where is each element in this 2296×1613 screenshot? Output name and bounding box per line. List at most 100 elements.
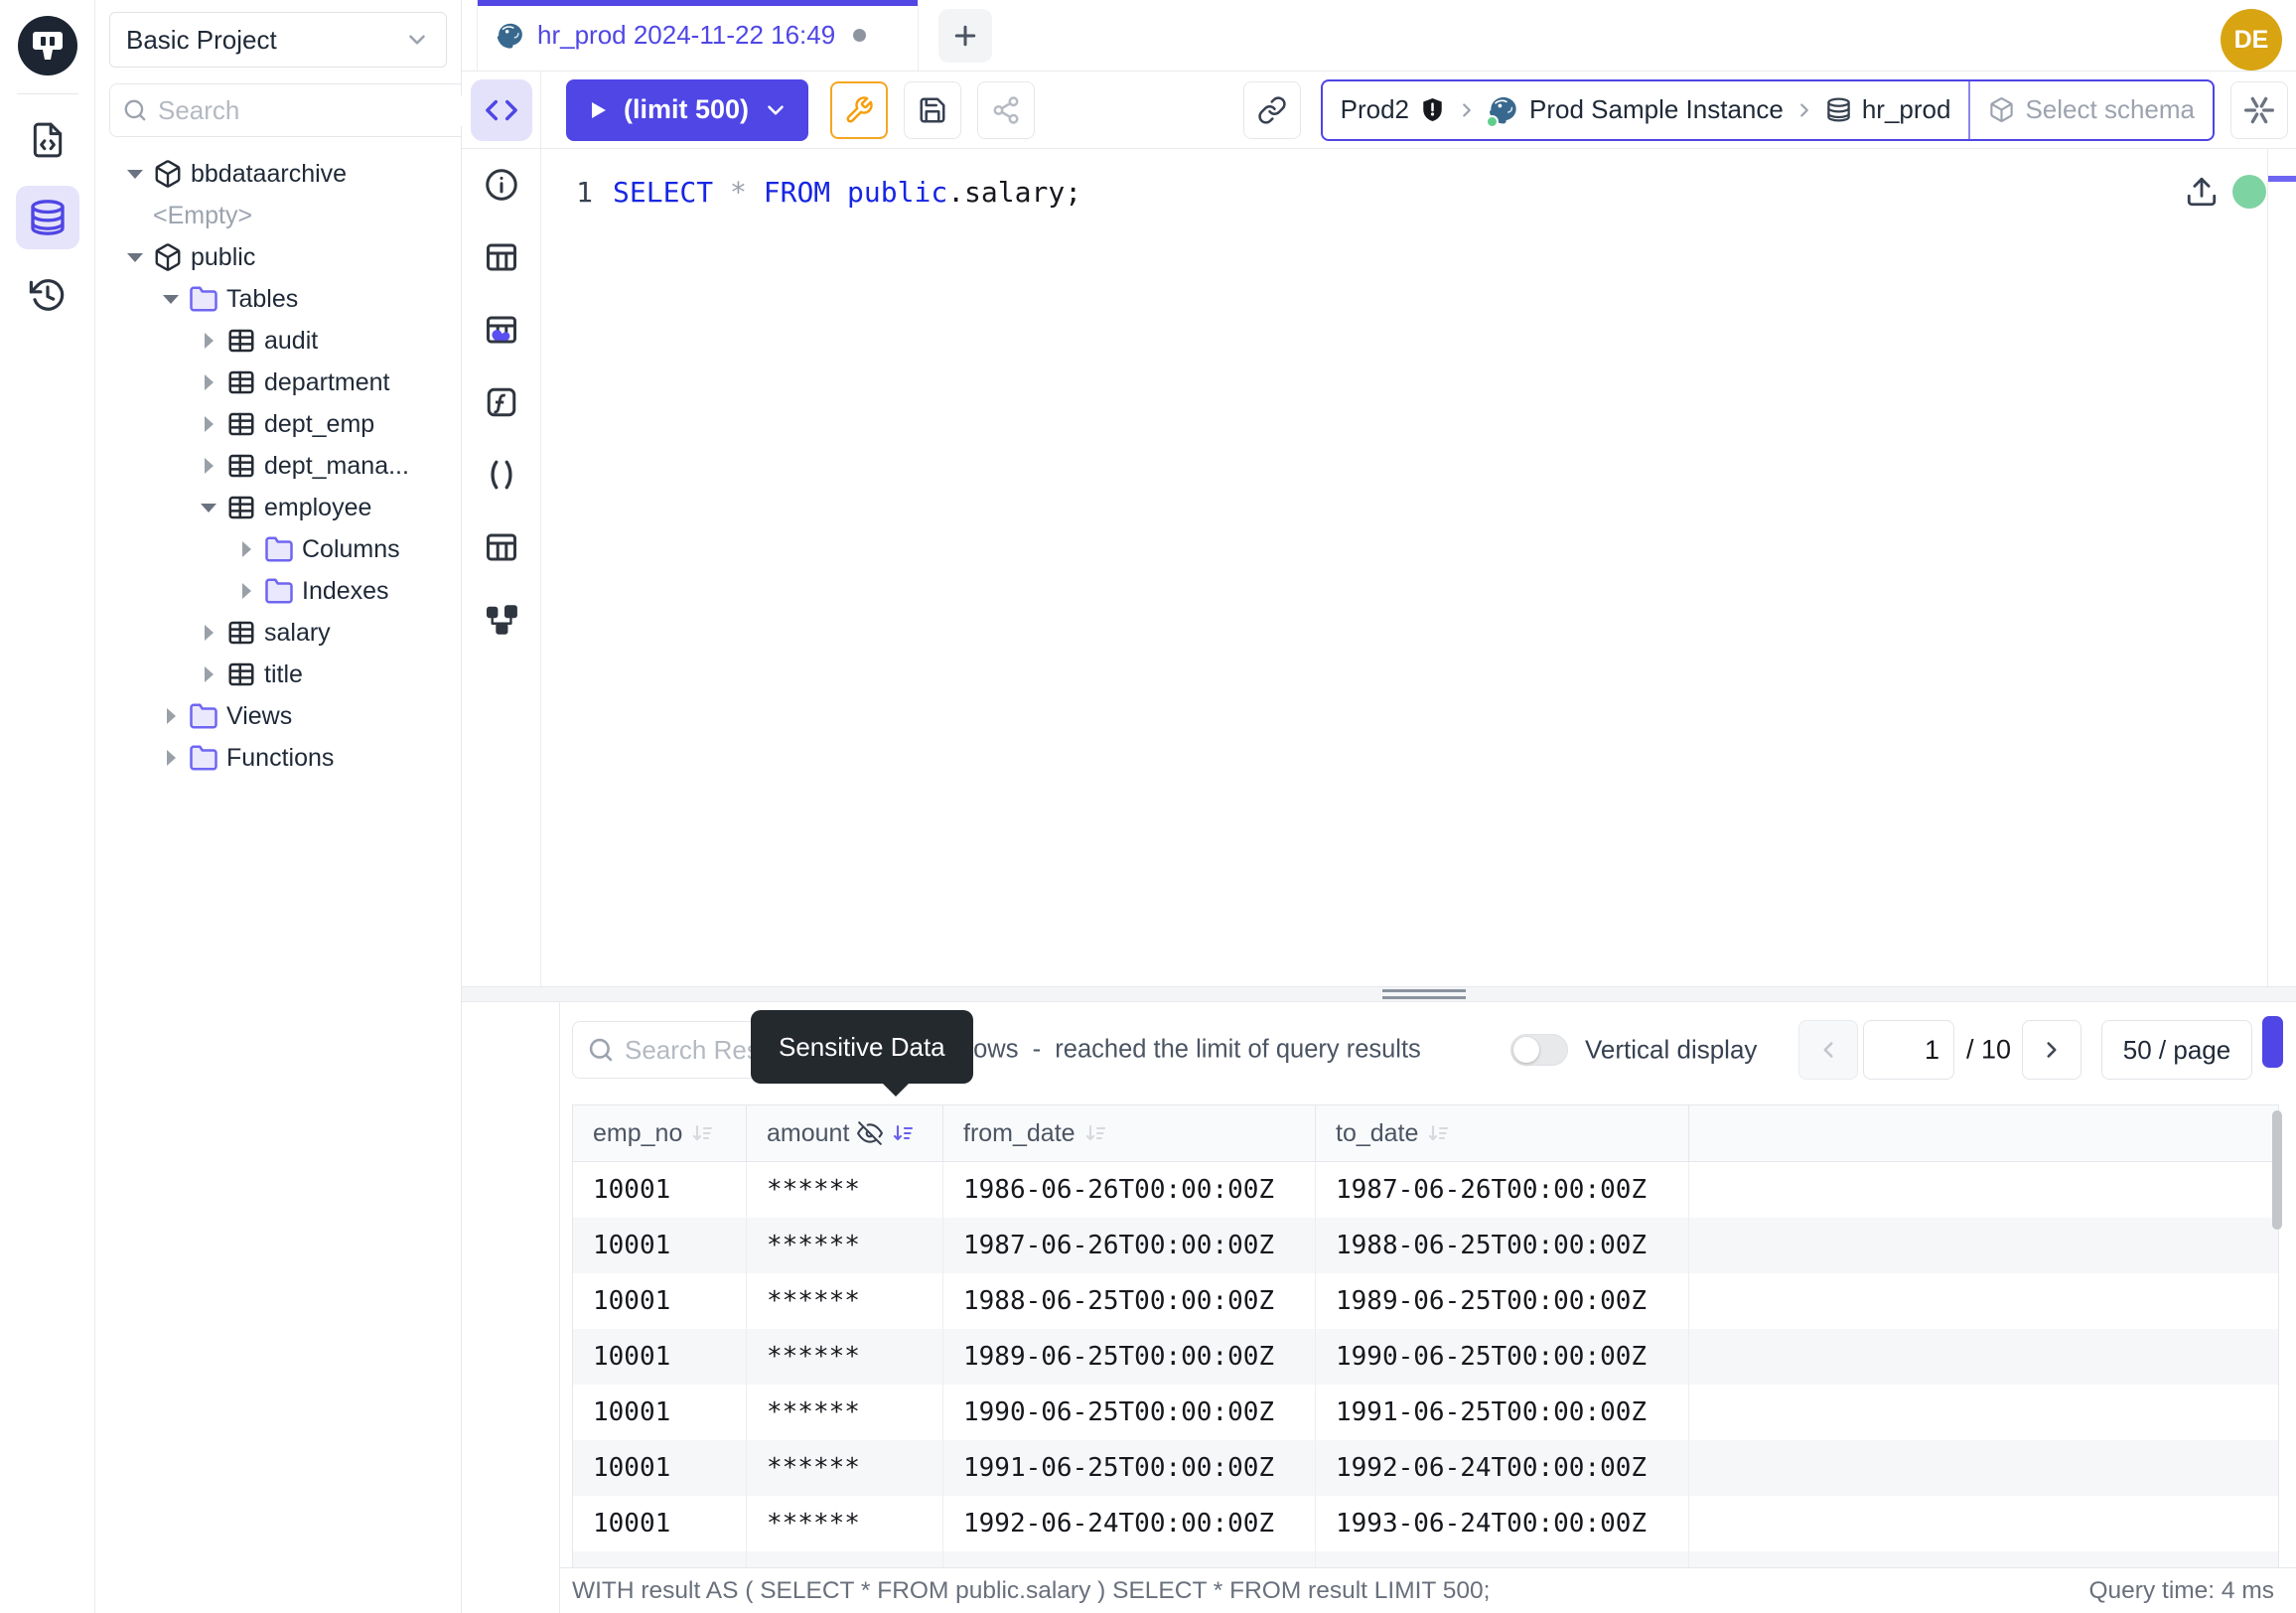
table-row[interactable]: 10001 ****** 1987-06-26T00:00:00Z 1988-0… — [573, 1218, 2278, 1273]
admin-wrench-button[interactable] — [830, 81, 888, 139]
cell-from-date[interactable]: 1993-06-24T00:00:00Z — [943, 1551, 1316, 1567]
tree-node-views-folder[interactable]: Views — [95, 695, 461, 737]
caret-down-icon[interactable] — [123, 170, 147, 179]
tree-node-table-department[interactable]: department — [95, 362, 461, 403]
cell-amount-masked[interactable]: ****** — [747, 1440, 943, 1496]
cell-amount-masked[interactable]: ****** — [747, 1496, 943, 1551]
cell-amount-masked[interactable]: ****** — [747, 1551, 943, 1567]
caret-right-icon[interactable] — [197, 666, 220, 682]
cell-from-date[interactable]: 1992-06-24T00:00:00Z — [943, 1496, 1316, 1551]
sql-editor-worksheet-icon[interactable] — [16, 108, 79, 172]
caret-down-icon[interactable] — [159, 295, 183, 304]
cell-to-date[interactable]: 1990-06-25T00:00:00Z — [1316, 1329, 1689, 1385]
cell-from-date[interactable]: 1991-06-25T00:00:00Z — [943, 1440, 1316, 1496]
page-number-input[interactable]: 1 — [1863, 1020, 1954, 1080]
tree-node-schema-bbdataarchive[interactable]: bbdataarchive — [95, 153, 461, 195]
caret-right-icon[interactable] — [159, 750, 183, 766]
cell-emp-no[interactable]: 10001 — [573, 1218, 747, 1273]
sort-icon[interactable] — [1426, 1121, 1450, 1145]
cell-amount-masked[interactable]: ****** — [747, 1273, 943, 1329]
table-row[interactable]: 10001 ****** 1989-06-25T00:00:00Z 1990-0… — [573, 1329, 2278, 1385]
database-panel-icon[interactable] — [16, 186, 79, 249]
cell-to-date[interactable]: 1994-06-24T00:00:00Z — [1316, 1551, 1689, 1567]
project-selector[interactable]: Basic Project — [109, 12, 447, 68]
connection-link-button[interactable] — [1243, 81, 1301, 139]
table-row[interactable]: 10001 ****** 1988-06-25T00:00:00Z 1989-0… — [573, 1273, 2278, 1329]
resize-handle-icon[interactable] — [1382, 989, 1466, 999]
tree-node-tables-folder[interactable]: Tables — [95, 278, 461, 320]
vertical-display-toggle[interactable] — [1510, 1034, 1568, 1066]
table-row[interactable]: 10001 ****** 1993-06-24T00:00:00Z 1994-0… — [573, 1551, 2278, 1567]
code-editor-tab-icon[interactable] — [471, 79, 532, 141]
functions-panel-icon[interactable] — [482, 382, 521, 422]
caret-down-icon[interactable] — [197, 504, 220, 513]
masked-data-icon[interactable] — [482, 310, 521, 350]
caret-right-icon[interactable] — [197, 416, 220, 432]
cell-emp-no[interactable]: 10001 — [573, 1162, 747, 1218]
caret-right-icon[interactable] — [234, 541, 258, 557]
cell-from-date[interactable]: 1987-06-26T00:00:00Z — [943, 1218, 1316, 1273]
table-row[interactable]: 10001 ****** 1990-06-25T00:00:00Z 1991-0… — [573, 1385, 2278, 1440]
eye-off-icon[interactable] — [857, 1120, 883, 1146]
tree-node-table-salary[interactable]: salary — [95, 612, 461, 654]
cell-emp-no[interactable]: 10001 — [573, 1440, 747, 1496]
tables-panel-icon[interactable] — [482, 237, 521, 277]
cell-amount-masked[interactable]: ****** — [747, 1385, 943, 1440]
schema-diagram-icon[interactable] — [482, 600, 521, 640]
share-button[interactable] — [977, 81, 1035, 139]
connection-selector[interactable]: Prod2 Prod Sample Instance h — [1323, 81, 1969, 139]
cell-to-date[interactable]: 1989-06-25T00:00:00Z — [1316, 1273, 1689, 1329]
cell-emp-no[interactable]: 10001 — [573, 1551, 747, 1567]
editor-minimap[interactable] — [2267, 149, 2296, 986]
column-header-amount[interactable]: amount — [747, 1105, 943, 1161]
table-row[interactable]: 10001 ****** 1991-06-25T00:00:00Z 1992-0… — [573, 1440, 2278, 1496]
tree-node-table-dept-manager[interactable]: dept_mana... — [95, 445, 461, 487]
sidebar-search-input[interactable] — [158, 95, 491, 126]
tree-node-columns-folder[interactable]: Columns — [95, 528, 461, 570]
tree-node-indexes-folder[interactable]: Indexes — [95, 570, 461, 612]
external-tables-panel-icon[interactable] — [482, 527, 521, 567]
sort-icon[interactable] — [690, 1121, 714, 1145]
run-query-button[interactable]: (limit 500) — [566, 79, 808, 141]
sort-icon[interactable] — [1083, 1121, 1107, 1145]
cell-emp-no[interactable]: 10001 — [573, 1329, 747, 1385]
cell-emp-no[interactable]: 10001 — [573, 1273, 747, 1329]
tree-node-schema-public[interactable]: public — [95, 236, 461, 278]
caret-right-icon[interactable] — [197, 458, 220, 474]
upload-sql-icon[interactable] — [2185, 175, 2219, 209]
table-scrollbar[interactable] — [2272, 1110, 2282, 1230]
column-header-from-date[interactable]: from_date — [943, 1105, 1316, 1161]
sort-icon-active[interactable] — [891, 1121, 915, 1145]
cell-emp-no[interactable]: 10001 — [573, 1496, 747, 1551]
avatar[interactable]: DE — [2221, 9, 2282, 71]
cell-to-date[interactable]: 1987-06-26T00:00:00Z — [1316, 1162, 1689, 1218]
cell-amount-masked[interactable]: ****** — [747, 1329, 943, 1385]
tree-node-table-employee[interactable]: employee — [95, 487, 461, 528]
sql-editor[interactable]: 1 SELECT * FROM public.salary; — [541, 149, 2296, 986]
cell-from-date[interactable]: 1990-06-25T00:00:00Z — [943, 1385, 1316, 1440]
cell-emp-no[interactable]: 10001 — [573, 1385, 747, 1440]
tree-node-table-dept-emp[interactable]: dept_emp — [95, 403, 461, 445]
cell-to-date[interactable]: 1992-06-24T00:00:00Z — [1316, 1440, 1689, 1496]
sidebar-search[interactable] — [109, 83, 503, 137]
history-icon[interactable] — [16, 263, 79, 327]
table-row[interactable]: 10001 ****** 1992-06-24T00:00:00Z 1993-0… — [573, 1496, 2278, 1551]
cell-from-date[interactable]: 1986-06-26T00:00:00Z — [943, 1162, 1316, 1218]
collapsed-side-panel-button[interactable] — [2262, 1016, 2283, 1068]
ai-assistant-button[interactable] — [2230, 81, 2288, 139]
schema-selector[interactable]: Select schema — [1970, 81, 2213, 139]
column-header-to-date[interactable]: to_date — [1316, 1105, 1689, 1161]
table-row[interactable]: 10001 ****** 1986-06-26T00:00:00Z 1987-0… — [573, 1162, 2278, 1218]
page-size-select[interactable]: 50 / page — [2101, 1020, 2252, 1080]
cell-from-date[interactable]: 1989-06-25T00:00:00Z — [943, 1329, 1316, 1385]
cell-amount-masked[interactable]: ****** — [747, 1218, 943, 1273]
cell-to-date[interactable]: 1993-06-24T00:00:00Z — [1316, 1496, 1689, 1551]
cell-to-date[interactable]: 1991-06-25T00:00:00Z — [1316, 1385, 1689, 1440]
cell-amount-masked[interactable]: ****** — [747, 1162, 943, 1218]
tree-node-functions-folder[interactable]: Functions — [95, 737, 461, 779]
cell-to-date[interactable]: 1988-06-25T00:00:00Z — [1316, 1218, 1689, 1273]
caret-down-icon[interactable] — [123, 253, 147, 262]
worksheet-tab[interactable]: hr_prod 2024-11-22 16:49 — [477, 0, 919, 71]
panel-resize-divider[interactable] — [462, 986, 2296, 1002]
save-button[interactable] — [904, 81, 961, 139]
